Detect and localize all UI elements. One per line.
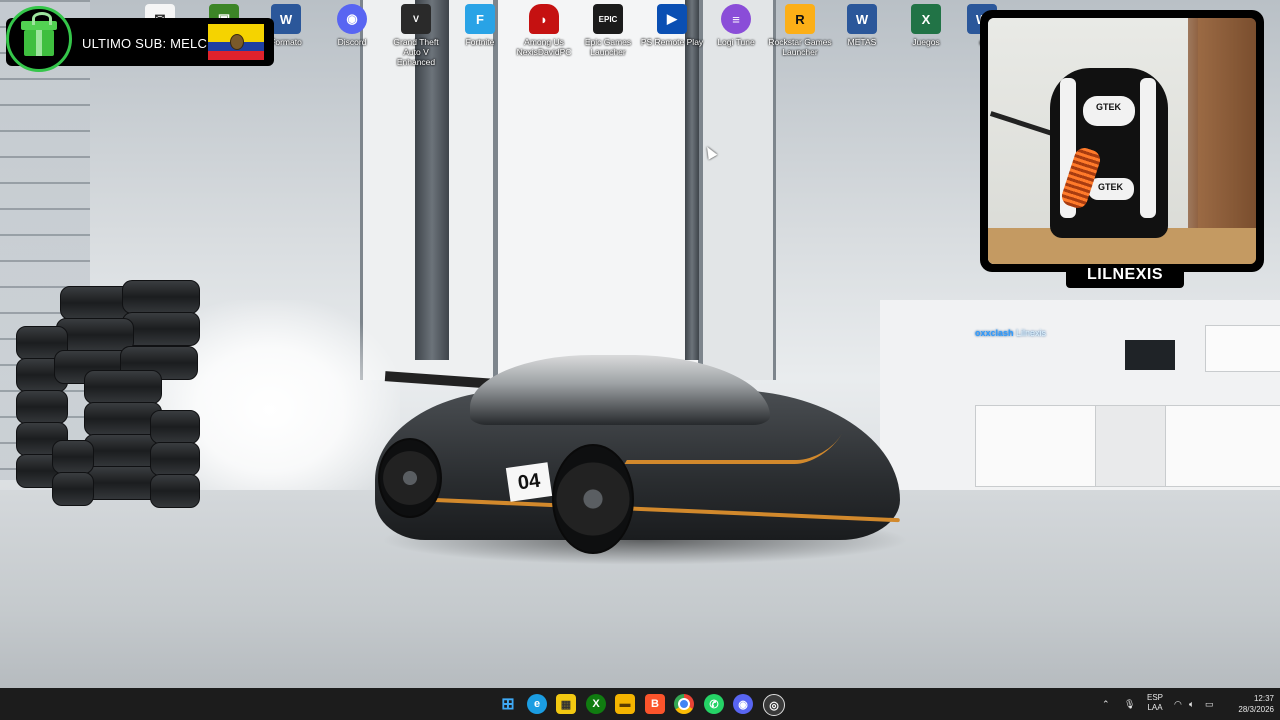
tool-cabinet	[975, 405, 1097, 487]
chevron-up-icon[interactable]: ⌃	[1102, 688, 1110, 720]
desktop-icon-fortnite[interactable]: F Fortnite	[448, 4, 512, 47]
obs-studio-icon[interactable]: ◎	[763, 694, 785, 716]
wall-screen	[1125, 340, 1175, 370]
word-icon: W	[271, 4, 301, 34]
epic-games-icon: EPIC	[593, 4, 623, 34]
desktop-icon-discord[interactable]: ◉ Discord	[320, 4, 384, 47]
wifi-icon[interactable]: ◠	[1174, 688, 1182, 720]
fortnite-icon: F	[465, 4, 495, 34]
taskbar: ⊞ e ▦ X ▬ B ✆ ◉ ◎ ⌃ 🎙︎ ESP LAA ◠ 🔈︎ ▭ 12…	[0, 688, 1280, 720]
desktop-icon-ps-remote-play[interactable]: ▶ PS Remote Play	[640, 4, 704, 47]
gift-icon	[21, 12, 57, 56]
microsoft-store-icon[interactable]: ▦	[556, 694, 576, 714]
microphone-icon[interactable]: 🎙︎	[1124, 688, 1135, 720]
discord-icon: ◉	[337, 4, 367, 34]
garage-door	[495, 0, 701, 380]
gta-icon: V	[401, 4, 431, 34]
speaker-icon[interactable]: 🔈︎	[1189, 688, 1194, 720]
streamer-name: LILNEXIS	[1086, 266, 1163, 283]
discord-icon[interactable]: ◉	[733, 694, 753, 714]
desktop-icon-gta-v[interactable]: V Grand Theft Auto V Enhanced	[384, 4, 448, 67]
xbox-icon[interactable]: X	[586, 694, 606, 714]
word-icon: W	[847, 4, 877, 34]
logi-tune-icon: ≡	[721, 4, 751, 34]
tool-cabinet	[1095, 405, 1167, 487]
whatsapp-icon[interactable]: ✆	[704, 694, 724, 714]
brave-icon[interactable]: B	[645, 694, 665, 714]
clock-time: 12:37	[1253, 694, 1274, 703]
start-button[interactable]: ⊞	[498, 694, 518, 714]
desktop-icon-epic-games[interactable]: EPIC Epic Games Launcher	[576, 4, 640, 57]
ps-remote-play-icon: ▶	[657, 4, 687, 34]
battery-icon[interactable]: ▭	[1205, 688, 1214, 720]
desktop-icon-metas[interactable]: W METAS	[830, 4, 894, 47]
desktop-icon-rockstar[interactable]: R Rockstar Games Launcher	[768, 4, 832, 57]
wall-cabinet	[1205, 325, 1280, 372]
garage-door	[700, 0, 776, 380]
desktop-icon-among-us[interactable]: ◗ Among Us NexisDavidPC	[512, 4, 576, 57]
last-sub-label: ULTIMO SUB: MELC	[82, 36, 208, 51]
rockstar-icon: R	[785, 4, 815, 34]
clock-date: 28/3/2026	[1238, 705, 1274, 714]
among-us-icon: ◗	[529, 4, 559, 34]
tool-cabinet	[1165, 405, 1280, 487]
edge-icon[interactable]: e	[527, 694, 547, 714]
social-tag: oxxclash Lilnexis	[975, 328, 1046, 338]
desktop-icon-logi-tune[interactable]: ≡ Logi Tune	[704, 4, 768, 47]
language-indicator[interactable]: ESP LAA	[1144, 693, 1166, 713]
webcam-feed: GTEK GTEK	[988, 18, 1256, 264]
chrome-icon[interactable]	[674, 694, 694, 714]
file-explorer-icon[interactable]: ▬	[615, 694, 635, 714]
ecuador-flag-icon	[208, 24, 264, 60]
car-number: 04	[505, 462, 553, 502]
steel-column	[685, 0, 699, 360]
gift-badge	[6, 6, 72, 72]
chair-brand: GTEK	[1096, 102, 1122, 112]
clock[interactable]: 12:37 28/3/2026	[1222, 693, 1274, 715]
excel-icon: X	[911, 4, 941, 34]
desktop-icon-juegos[interactable]: X Juegos	[894, 4, 958, 47]
social-name: Lilnexis	[1016, 328, 1047, 338]
social-handle: oxxclash	[975, 328, 1014, 338]
chair-brand: GTEK	[1098, 182, 1124, 192]
